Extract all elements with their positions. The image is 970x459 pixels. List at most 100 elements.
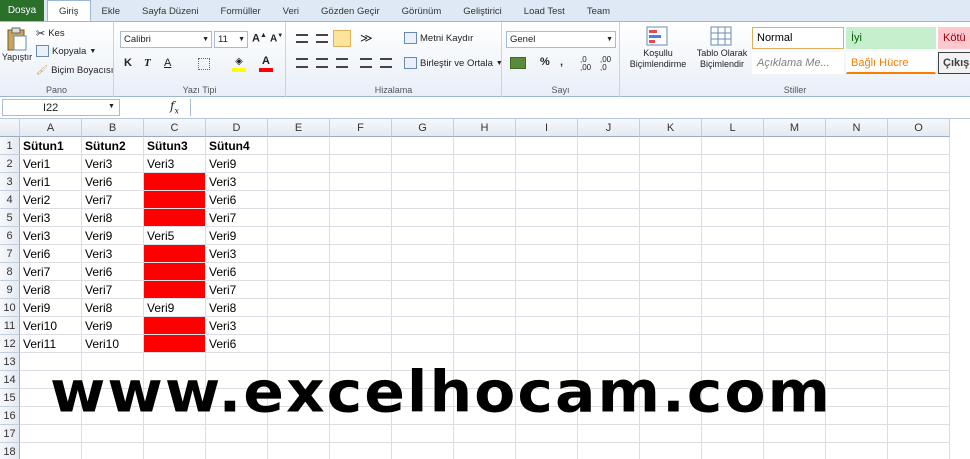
- row-header[interactable]: 8: [0, 263, 20, 281]
- font-name-select[interactable]: Calibri ▼: [120, 31, 212, 48]
- tab-view[interactable]: Görünüm: [391, 1, 453, 21]
- worksheet-grid[interactable]: A B C D E F G H I J K L M N O 1 Sütun1 Sütun2 Sütun3 Sütun4…: [0, 119, 970, 459]
- tab-review[interactable]: Gözden Geçir: [310, 1, 391, 21]
- cell-C4[interactable]: Veri7: [144, 191, 206, 209]
- cell-I8[interactable]: [516, 263, 578, 281]
- decrease-indent-icon[interactable]: [360, 58, 372, 68]
- cell-F5[interactable]: [330, 209, 392, 227]
- cell-N8[interactable]: [826, 263, 888, 281]
- row-header[interactable]: 1: [0, 137, 20, 155]
- cell-E6[interactable]: [268, 227, 330, 245]
- cell-O3[interactable]: [888, 173, 950, 191]
- cell-I12[interactable]: [516, 335, 578, 353]
- cell-C9[interactable]: Veri8: [144, 281, 206, 299]
- column-header[interactable]: D: [206, 119, 268, 137]
- cell-O9[interactable]: [888, 281, 950, 299]
- cell-O6[interactable]: [888, 227, 950, 245]
- cell-G12[interactable]: [392, 335, 454, 353]
- cell-F12[interactable]: [330, 335, 392, 353]
- align-middle-icon[interactable]: [316, 34, 328, 43]
- cell-G18[interactable]: [392, 443, 454, 459]
- cell-I5[interactable]: [516, 209, 578, 227]
- cell-B11[interactable]: Veri9: [82, 317, 144, 335]
- cell-E7[interactable]: [268, 245, 330, 263]
- cell-J10[interactable]: [578, 299, 640, 317]
- cell-M2[interactable]: [764, 155, 826, 173]
- tab-insert[interactable]: Ekle: [91, 1, 131, 21]
- cell-B10[interactable]: Veri8: [82, 299, 144, 317]
- cell-E4[interactable]: [268, 191, 330, 209]
- number-format-select[interactable]: Genel ▼: [506, 31, 616, 48]
- cell-C5[interactable]: Veri8: [144, 209, 206, 227]
- currency-icon[interactable]: [510, 57, 526, 69]
- cell-N10[interactable]: [826, 299, 888, 317]
- cell-E3[interactable]: [268, 173, 330, 191]
- cell-style-item[interactable]: Çıkış: [938, 52, 970, 74]
- cell-J12[interactable]: [578, 335, 640, 353]
- cell-D9[interactable]: Veri7: [206, 281, 268, 299]
- cell-C8[interactable]: Veri7: [144, 263, 206, 281]
- cell-N1[interactable]: [826, 137, 888, 155]
- tab-team[interactable]: Team: [576, 1, 621, 21]
- cell-J18[interactable]: [578, 443, 640, 459]
- cell-K9[interactable]: [640, 281, 702, 299]
- cell-B9[interactable]: Veri7: [82, 281, 144, 299]
- column-header[interactable]: F: [330, 119, 392, 137]
- column-header[interactable]: H: [454, 119, 516, 137]
- increase-font-icon[interactable]: A▲: [252, 32, 267, 45]
- cell-M7[interactable]: [764, 245, 826, 263]
- tab-formulas[interactable]: Formüller: [210, 1, 272, 21]
- cell-D11[interactable]: Veri3: [206, 317, 268, 335]
- cell-B6[interactable]: Veri9: [82, 227, 144, 245]
- cell-F1[interactable]: [330, 137, 392, 155]
- cell-D4[interactable]: Veri6: [206, 191, 268, 209]
- cell-D5[interactable]: Veri7: [206, 209, 268, 227]
- cell-A8[interactable]: Veri7: [20, 263, 82, 281]
- cell-O11[interactable]: [888, 317, 950, 335]
- row-header[interactable]: 6: [0, 227, 20, 245]
- cell-O10[interactable]: [888, 299, 950, 317]
- cell-H11[interactable]: [454, 317, 516, 335]
- cell-K7[interactable]: [640, 245, 702, 263]
- cell-M18[interactable]: [764, 443, 826, 459]
- column-header[interactable]: B: [82, 119, 144, 137]
- cell-E8[interactable]: [268, 263, 330, 281]
- row-header[interactable]: 5: [0, 209, 20, 227]
- cell-A17[interactable]: [20, 425, 82, 443]
- cell-F3[interactable]: [330, 173, 392, 191]
- cell-A18[interactable]: [20, 443, 82, 459]
- cell-C6[interactable]: Veri5: [144, 227, 206, 245]
- cell-B4[interactable]: Veri7: [82, 191, 144, 209]
- cell-F11[interactable]: [330, 317, 392, 335]
- cell-L2[interactable]: [702, 155, 764, 173]
- comma-icon[interactable]: ‚: [560, 56, 563, 68]
- row-header[interactable]: 3: [0, 173, 20, 191]
- cell-K2[interactable]: [640, 155, 702, 173]
- row-header[interactable]: 17: [0, 425, 20, 443]
- cell-A11[interactable]: Veri10: [20, 317, 82, 335]
- cell-D2[interactable]: Veri9: [206, 155, 268, 173]
- cell-J4[interactable]: [578, 191, 640, 209]
- cell-M10[interactable]: [764, 299, 826, 317]
- cell-G17[interactable]: [392, 425, 454, 443]
- column-header[interactable]: C: [144, 119, 206, 137]
- cell-L5[interactable]: [702, 209, 764, 227]
- tab-file[interactable]: Dosya: [0, 0, 44, 21]
- cell-I18[interactable]: [516, 443, 578, 459]
- cell-F4[interactable]: [330, 191, 392, 209]
- conditional-formatting-button[interactable]: Koşullu Biçimlendirme: [624, 26, 692, 70]
- cell-H7[interactable]: [454, 245, 516, 263]
- cell-F17[interactable]: [330, 425, 392, 443]
- cell-E10[interactable]: [268, 299, 330, 317]
- cell-L12[interactable]: [702, 335, 764, 353]
- cell-G6[interactable]: [392, 227, 454, 245]
- row-header[interactable]: 18: [0, 443, 20, 459]
- cell-M9[interactable]: [764, 281, 826, 299]
- cell-D10[interactable]: Veri8: [206, 299, 268, 317]
- cell-H17[interactable]: [454, 425, 516, 443]
- column-header[interactable]: I: [516, 119, 578, 137]
- cell-C17[interactable]: [144, 425, 206, 443]
- cell-B17[interactable]: [82, 425, 144, 443]
- row-header[interactable]: 16: [0, 407, 20, 425]
- cell-H3[interactable]: [454, 173, 516, 191]
